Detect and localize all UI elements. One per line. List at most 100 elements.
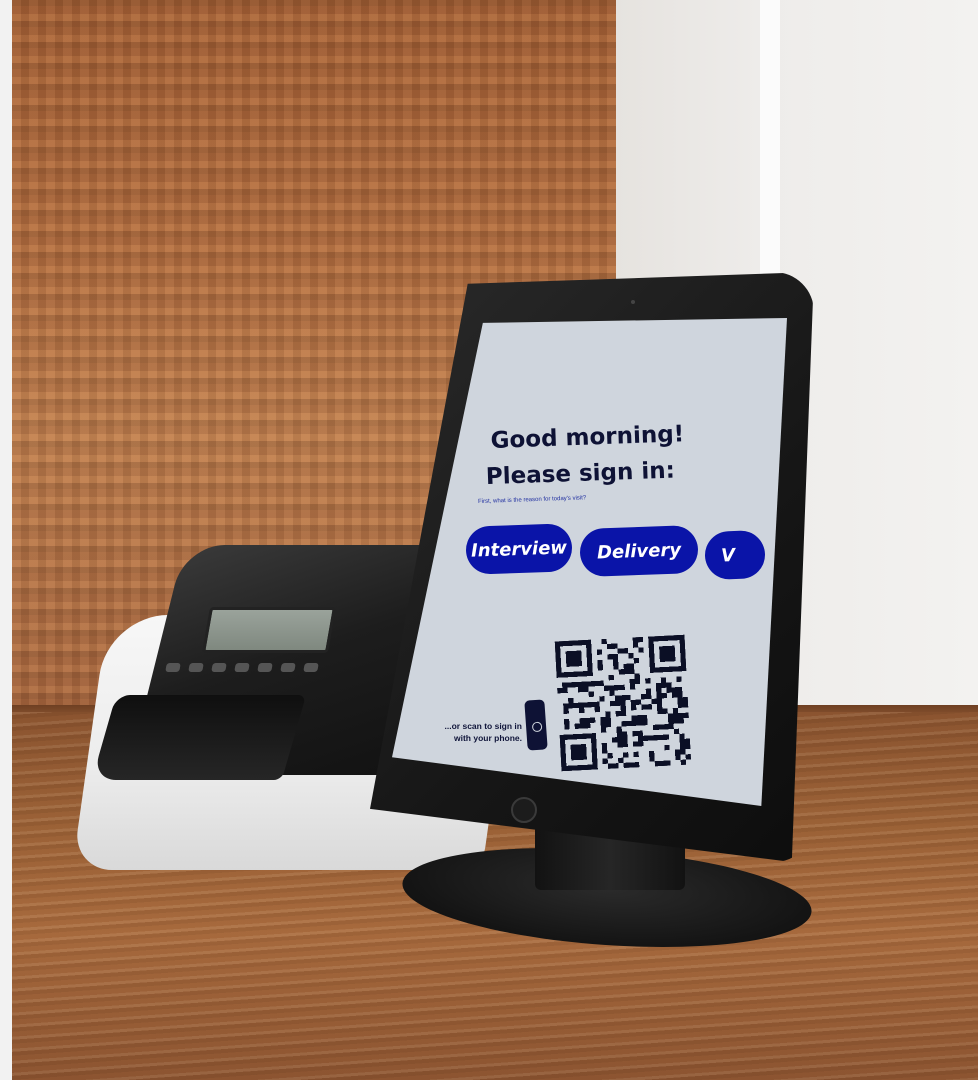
visitor-button[interactable]: V xyxy=(704,529,766,581)
scan-text-line1: ...or scan to sign in xyxy=(444,721,522,731)
interview-button[interactable]: Interview xyxy=(465,523,573,575)
qr-module xyxy=(585,722,591,729)
qr-module xyxy=(658,734,664,741)
qr-module xyxy=(619,695,626,701)
qr-module xyxy=(642,735,649,741)
qr-module xyxy=(616,726,622,732)
scan-instructions: ...or scan to sign in with your phone. xyxy=(442,720,522,744)
qr-module xyxy=(675,754,681,761)
qr-module xyxy=(619,684,625,691)
qr-module xyxy=(614,684,620,691)
qr-module xyxy=(615,710,622,717)
qr-module xyxy=(671,687,678,693)
qr-module xyxy=(660,677,667,683)
qr-module xyxy=(615,700,621,707)
qr-module xyxy=(570,743,587,761)
qr-module xyxy=(674,749,681,755)
qr-module xyxy=(568,702,574,709)
printer-button xyxy=(280,663,296,672)
qr-module xyxy=(628,663,635,669)
qr-module xyxy=(623,762,629,769)
qr-module xyxy=(609,685,615,691)
printer-lcd xyxy=(201,607,337,653)
qr-module xyxy=(676,676,682,682)
qr-module xyxy=(628,762,635,768)
qr-module xyxy=(632,741,639,747)
qr-module xyxy=(680,749,686,755)
qr-module xyxy=(664,744,670,751)
qr-module xyxy=(593,680,599,687)
qr-module xyxy=(612,658,619,665)
qr-module xyxy=(596,649,603,655)
qr-module xyxy=(657,708,663,715)
qr-module xyxy=(613,664,619,670)
qr-module xyxy=(565,650,583,667)
qr-module xyxy=(601,742,608,749)
qr-module xyxy=(676,686,683,693)
qr-module xyxy=(617,742,623,748)
qr-module xyxy=(634,673,640,679)
qr-module xyxy=(622,648,629,654)
qr-module xyxy=(607,763,614,769)
qr-module xyxy=(656,693,662,699)
qr-module xyxy=(685,743,691,750)
qr-module xyxy=(562,687,568,694)
qr-module xyxy=(625,694,631,701)
qr-module xyxy=(563,703,569,709)
qr-module xyxy=(600,727,607,733)
qr-module xyxy=(629,668,635,675)
printer-button xyxy=(211,663,227,672)
qr-module xyxy=(668,718,674,725)
qr-module xyxy=(629,684,636,690)
qr-module xyxy=(677,692,683,698)
qr-module xyxy=(636,715,643,721)
qr-module xyxy=(653,734,659,741)
qr-module xyxy=(613,763,619,769)
qr-module xyxy=(557,687,563,694)
qr-module xyxy=(632,730,638,737)
greeting-line1: Good morning! xyxy=(490,421,685,454)
qr-module xyxy=(583,702,590,708)
qr-module xyxy=(563,708,569,714)
tablet-home-button[interactable] xyxy=(511,797,537,823)
qr-module xyxy=(628,652,634,659)
qr-module xyxy=(612,653,619,660)
qr-module xyxy=(582,681,589,687)
qr-module xyxy=(620,700,626,706)
qr-module xyxy=(673,718,679,724)
qr-module xyxy=(597,659,603,666)
qr-module xyxy=(621,721,627,727)
qr-module xyxy=(620,710,627,717)
qr-module xyxy=(601,748,608,754)
qr-module xyxy=(626,720,633,727)
qr-module xyxy=(578,707,585,714)
qr-module xyxy=(607,654,613,660)
qr-module xyxy=(598,680,604,687)
qr-code-icon[interactable] xyxy=(554,634,692,772)
qr-module xyxy=(600,722,607,728)
qr-module xyxy=(601,638,607,645)
qr-module xyxy=(679,744,686,750)
qr-module xyxy=(668,723,674,730)
qr-module xyxy=(563,718,570,725)
delivery-button[interactable]: Delivery xyxy=(579,524,699,578)
qr-module xyxy=(567,682,573,688)
qr-module xyxy=(682,697,689,703)
qr-module xyxy=(600,716,606,723)
qr-module xyxy=(609,690,615,696)
qr-module xyxy=(645,693,652,700)
qr-module xyxy=(642,719,648,726)
qr-module xyxy=(618,669,625,675)
qr-module xyxy=(663,734,670,740)
scan-text-line2: with your phone. xyxy=(454,733,522,743)
qr-module xyxy=(621,731,628,737)
qr-module xyxy=(666,687,672,693)
tablet-camera xyxy=(631,300,635,304)
qr-module xyxy=(638,740,644,747)
qr-module xyxy=(617,648,624,654)
qr-module xyxy=(572,681,578,688)
qr-module xyxy=(623,668,630,675)
qr-module xyxy=(633,762,640,768)
qr-module xyxy=(672,707,679,714)
qr-module xyxy=(684,738,691,745)
